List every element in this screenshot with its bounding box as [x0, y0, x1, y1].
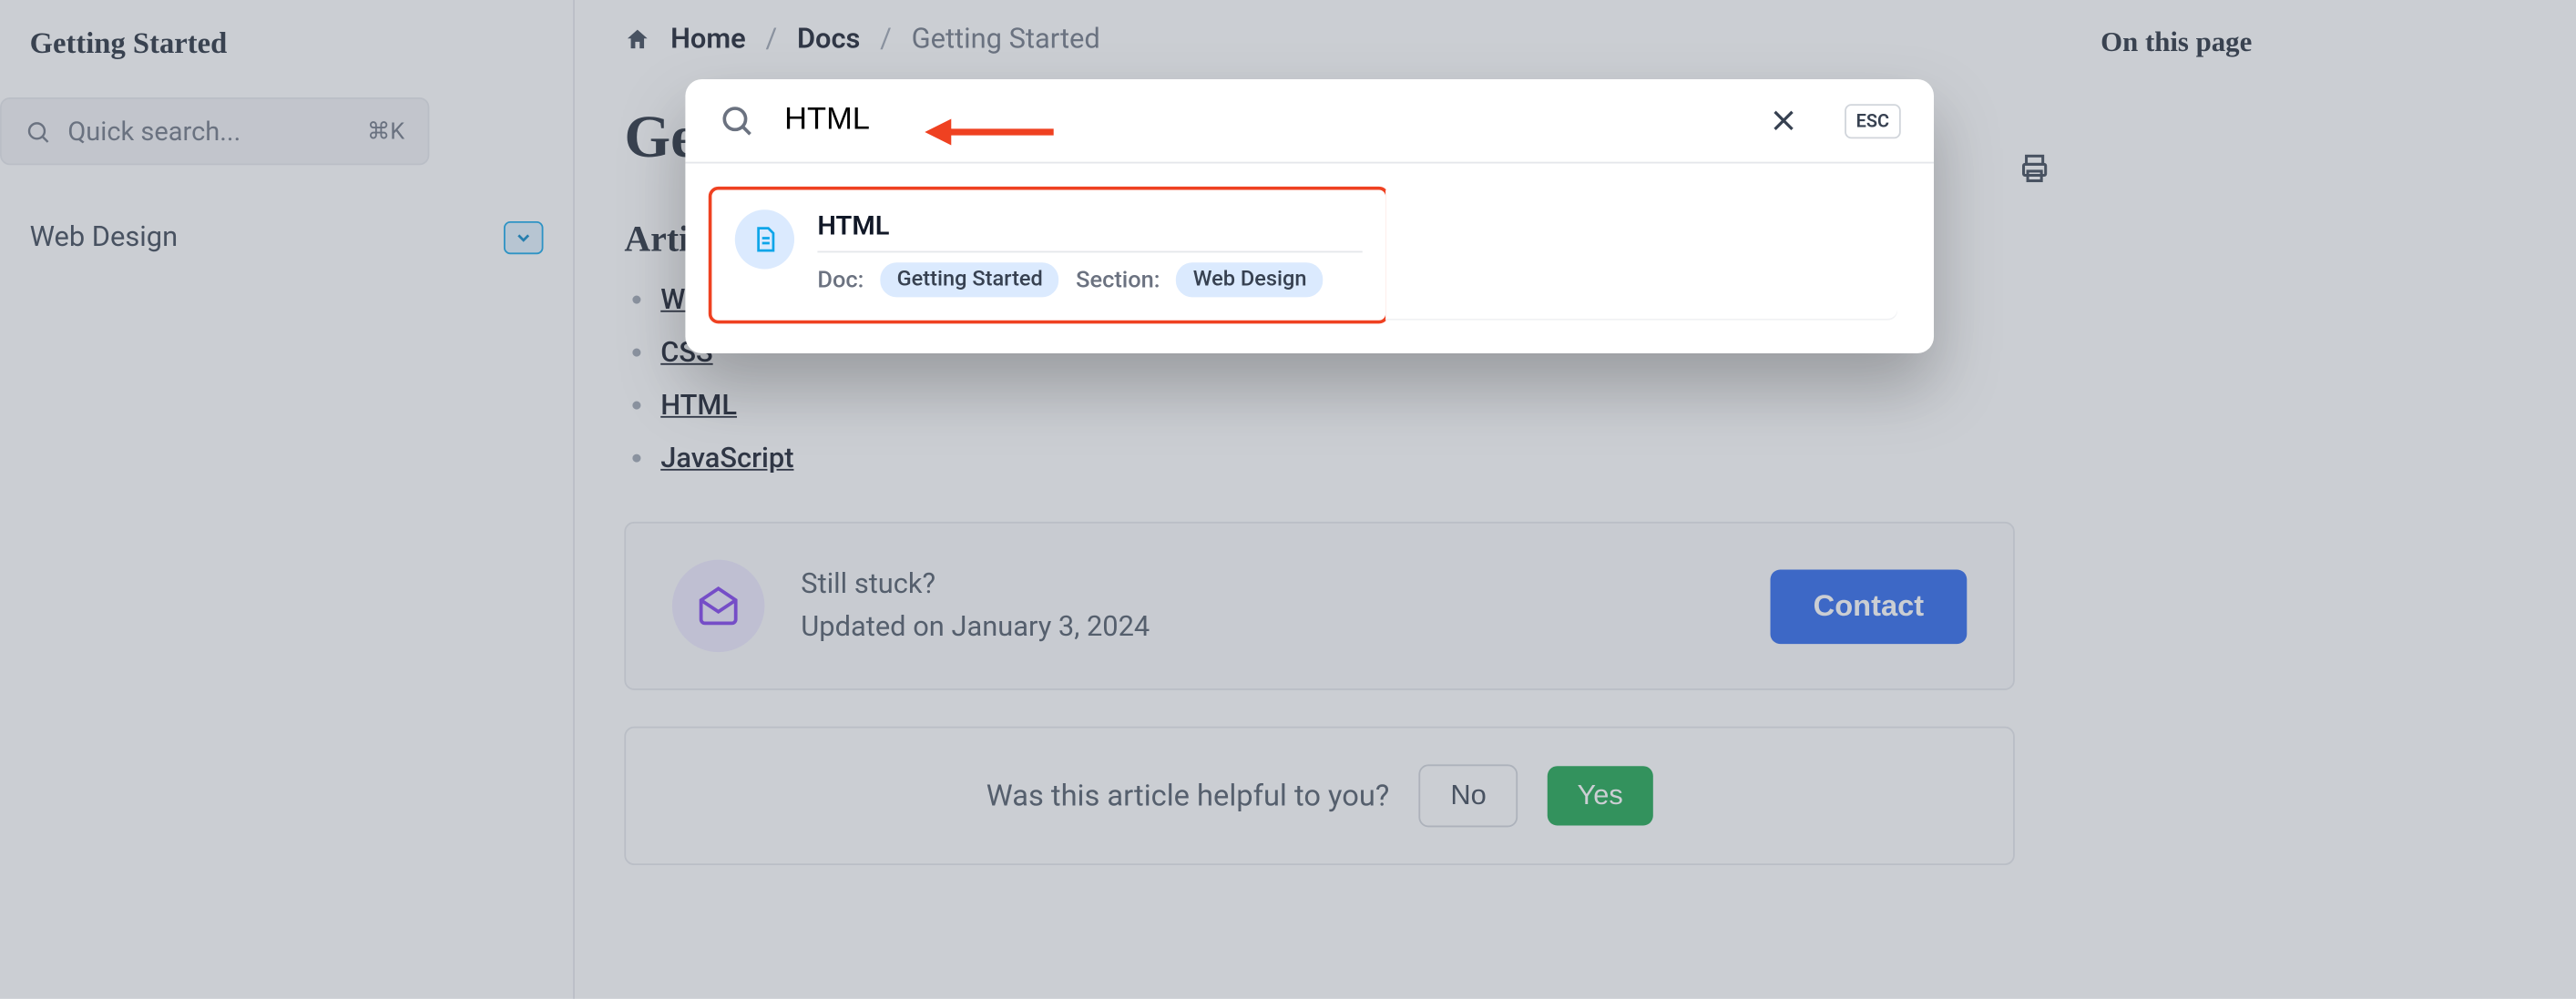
result-title: HTML: [817, 209, 1362, 252]
search-icon: [719, 102, 755, 138]
result-doc-label: Doc:: [817, 267, 864, 293]
search-modal: ESC HTML Doc: Getting Started Section: W…: [685, 79, 1934, 353]
search-result[interactable]: HTML Doc: Getting Started Section: Web D…: [709, 187, 1389, 323]
close-icon[interactable]: [1769, 106, 1799, 136]
annotation-arrow: [925, 112, 1057, 152]
result-section-chip: Web Design: [1177, 262, 1324, 297]
esc-key[interactable]: ESC: [1845, 103, 1901, 138]
document-icon: [735, 209, 794, 269]
result-doc-chip: Getting Started: [880, 262, 1058, 297]
result-section-label: Section:: [1076, 267, 1160, 293]
search-modal-header: ESC: [685, 79, 1934, 163]
